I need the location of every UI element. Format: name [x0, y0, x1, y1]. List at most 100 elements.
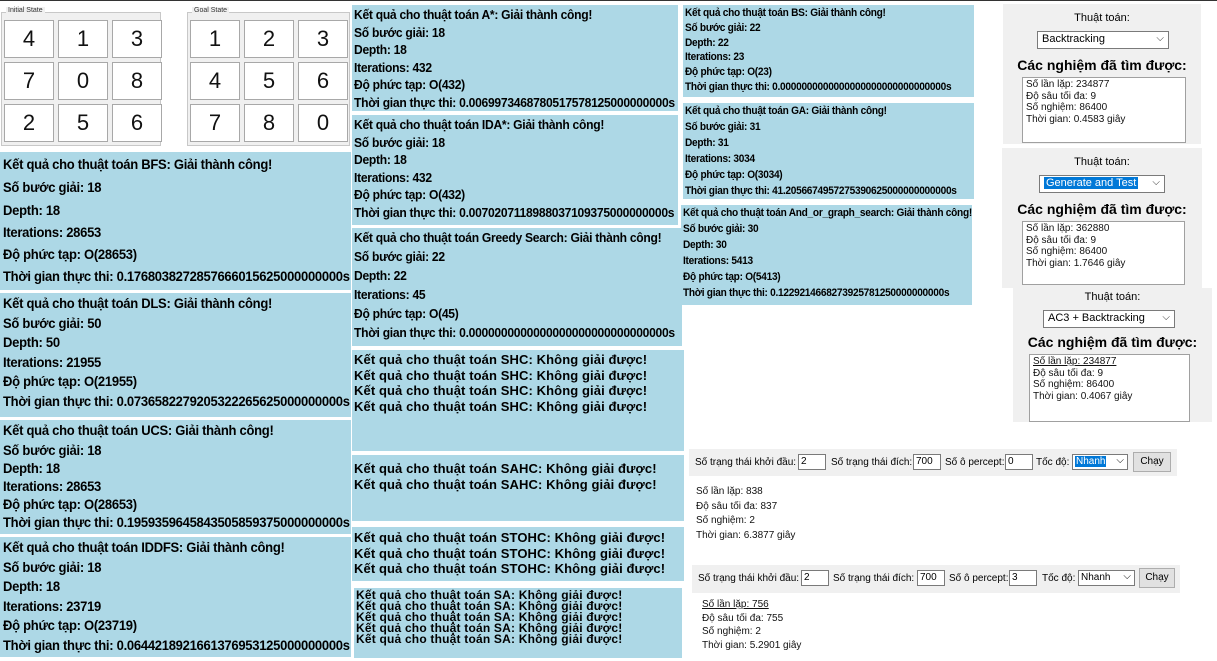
- initial-tile[interactable]: 5: [58, 104, 108, 142]
- solutions-stats-box: Số lần lặp: 362880 Độ sâu tối đa: 9 Số n…: [1022, 221, 1185, 285]
- speed-select-value: Nhanh: [1081, 572, 1111, 583]
- sahc-result: Kết quả cho thuật toán SAHC: Không giải …: [352, 455, 684, 521]
- and-or-result: Kết quả cho thuật toán And_or_graph_sear…: [681, 205, 972, 305]
- result-line: Độ phức tạp: O(21955): [3, 373, 137, 390]
- initial-tile[interactable]: 1: [58, 20, 108, 58]
- speed-select[interactable]: Nhanh ⌵: [1072, 454, 1128, 470]
- chevron-down-icon: ⌵: [1156, 33, 1164, 44]
- goal-state-panel: Goal State 1 2 3 4 5 6 7 8 0: [187, 7, 350, 146]
- stat-line: Độ sâu tối đa: 837: [696, 500, 778, 512]
- result-line: Kết quả cho thuật toán And_or_graph_sear…: [683, 207, 972, 219]
- belief-form-2: Số trạng thái khởi đầu: 2 Số trạng thái …: [692, 565, 1180, 593]
- initial-tile[interactable]: 2: [4, 104, 54, 142]
- result-line: Kết quả cho thuật toán SA: Không giải đư…: [356, 632, 623, 646]
- initial-tile[interactable]: 8: [112, 62, 162, 100]
- goal-tile[interactable]: 7: [190, 104, 240, 142]
- initial-tile[interactable]: 3: [112, 20, 162, 58]
- initial-tile[interactable]: 7: [4, 62, 54, 100]
- result-line: Depth: 18: [3, 201, 60, 218]
- initial-tile[interactable]: 4: [4, 20, 54, 58]
- solutions-stats-box: Số lần lặp: 234877 Độ sâu tối đa: 9 Số n…: [1022, 77, 1186, 143]
- goal-state-title: Goal State: [192, 7, 230, 14]
- result-line: Depth: 18: [3, 578, 60, 595]
- result-line: Iterations: 28653: [3, 223, 102, 240]
- result-line: Độ phức tạp: O(23719): [3, 617, 137, 634]
- result-line: Độ phức tạp: O(28653): [3, 495, 137, 512]
- algorithm-label: Thuật toán:: [1084, 291, 1141, 303]
- goal-tile[interactable]: 1: [190, 20, 240, 58]
- result-line: Depth: 22: [354, 267, 407, 283]
- result-line: Thời gian thực thi: 0.064421892166137695…: [3, 636, 350, 653]
- result-line: Iterations: 23719: [3, 597, 102, 614]
- percept-count-label: Số ô percept:: [949, 573, 1009, 584]
- stat-line: Thời gian: 1.7646 giây: [1026, 257, 1126, 269]
- goal-tile[interactable]: 8: [244, 104, 294, 142]
- algorithm-panel-generate-test: Thuật toán: Generate and Test ⌵ Các nghi…: [1002, 148, 1202, 288]
- result-line: Kết quả cho thuật toán DLS: Giải thành c…: [3, 295, 273, 311]
- goal-tile[interactable]: 3: [298, 20, 348, 58]
- solutions-stats-box: Số lần lặp: 234877 Độ sâu tối đa: 9 Số n…: [1029, 354, 1190, 422]
- stat-line: Số lần lặp: 234877: [1033, 356, 1117, 367]
- result-line: Kết quả cho thuật toán SHC: Không giải đ…: [354, 398, 648, 414]
- result-line: Kết quả cho thuật toán BFS: Giải thành c…: [3, 156, 273, 172]
- result-line: Kết quả cho thuật toán A*: Giải thành cô…: [354, 7, 593, 22]
- result-line: Số bước giải: 22: [354, 248, 445, 264]
- algorithm-select[interactable]: Backtracking ⌵: [1037, 31, 1169, 49]
- goal-count-input[interactable]: 700: [913, 454, 941, 470]
- goal-tile[interactable]: 4: [190, 62, 240, 100]
- result-line: Thời gian thực thi: 0.000000000000000000…: [685, 80, 952, 93]
- percept-count-label: Số ô percept:: [945, 457, 1005, 468]
- percept-count-input[interactable]: 3: [1009, 570, 1037, 586]
- idastar-result: Kết quả cho thuật toán IDA*: Giải thành …: [352, 115, 678, 225]
- goal-tile[interactable]: 0: [298, 104, 348, 142]
- result-line: Độ phức tạp: O(23): [685, 66, 772, 79]
- initial-state-grid: 4 1 3 7 0 8 2 5 6: [4, 20, 162, 142]
- result-line: Kết quả cho thuật toán IDA*: Giải thành …: [354, 117, 605, 132]
- goal-state-grid: 1 2 3 4 5 6 7 8 0: [190, 20, 348, 142]
- stat-line: Số lần lặp: 756: [702, 599, 769, 610]
- speed-select[interactable]: Nhanh ⌵: [1078, 570, 1135, 586]
- speed-label: Tốc độ:: [1042, 573, 1076, 584]
- chevron-down-icon: ⌵: [1116, 455, 1124, 466]
- stat-line: Số nghiệm: 2: [696, 515, 755, 526]
- algorithm-select-value: Backtracking: [1042, 33, 1105, 45]
- start-count-input[interactable]: 2: [798, 454, 826, 470]
- solutions-heading: Các nghiệm đã tìm được:: [1017, 201, 1187, 217]
- start-count-label: Số trạng thái khởi đầu:: [698, 573, 800, 584]
- chevron-down-icon: ⌵: [1162, 312, 1170, 323]
- goal-tile[interactable]: 6: [298, 62, 348, 100]
- result-line: Iterations: 23: [685, 51, 745, 64]
- percept-count-input[interactable]: 0: [1005, 454, 1033, 470]
- result-line: Số bước giải: 18: [3, 178, 102, 195]
- algorithm-label: Thuật toán:: [1074, 156, 1130, 168]
- result-line: Thời gian thực thi: 0.176803827285766601…: [3, 267, 350, 284]
- result-line: Độ phức tạp: O(45): [354, 305, 459, 321]
- solutions-heading: Các nghiệm đã tìm được:: [1027, 334, 1198, 350]
- initial-tile[interactable]: 6: [112, 104, 162, 142]
- goal-count-input[interactable]: 700: [917, 570, 945, 586]
- start-count-input[interactable]: 2: [801, 570, 829, 586]
- result-line: Kết quả cho thuật toán SHC: Không giải đ…: [354, 367, 648, 383]
- stat-line: Thời gian: 0.4067 giây: [1033, 390, 1133, 402]
- algorithm-select-value: Generate and Test: [1044, 177, 1139, 189]
- algorithm-select[interactable]: AC3 + Backtracking ⌵: [1043, 310, 1175, 328]
- result-line: Độ phức tạp: O(5413): [683, 270, 781, 283]
- algorithm-select-value: AC3 + Backtracking: [1048, 312, 1145, 324]
- goal-tile[interactable]: 5: [244, 62, 294, 100]
- initial-tile[interactable]: 0: [58, 62, 108, 100]
- result-line: Độ phức tạp: O(28653): [3, 245, 137, 262]
- stat-line: Số lần lặp: 362880: [1026, 223, 1110, 234]
- run-button[interactable]: Chạy: [1133, 452, 1171, 472]
- algorithm-select[interactable]: Generate and Test ⌵: [1039, 175, 1165, 193]
- result-line: Kết quả cho thuật toán IDDFS: Giải thành…: [3, 539, 285, 555]
- stohc-result: Kết quả cho thuật toán STOHC: Không giải…: [352, 527, 684, 581]
- run-button[interactable]: Chạy: [1139, 568, 1175, 588]
- solutions-heading: Các nghiệm đã tìm được:: [1017, 57, 1187, 73]
- stat-line: Độ sâu tối đa: 9: [1026, 234, 1097, 246]
- goal-tile[interactable]: 2: [244, 20, 294, 58]
- algorithm-panel-backtracking: Thuật toán: Backtracking ⌵ Các nghiệm đã…: [1003, 4, 1201, 144]
- speed-label: Tốc độ:: [1036, 457, 1070, 468]
- stat-line: Thời gian: 6.3877 giây: [696, 529, 796, 541]
- result-line: Số bước giải: 30: [683, 222, 759, 235]
- result-line: Kết quả cho thuật toán SHC: Không giải đ…: [354, 383, 648, 399]
